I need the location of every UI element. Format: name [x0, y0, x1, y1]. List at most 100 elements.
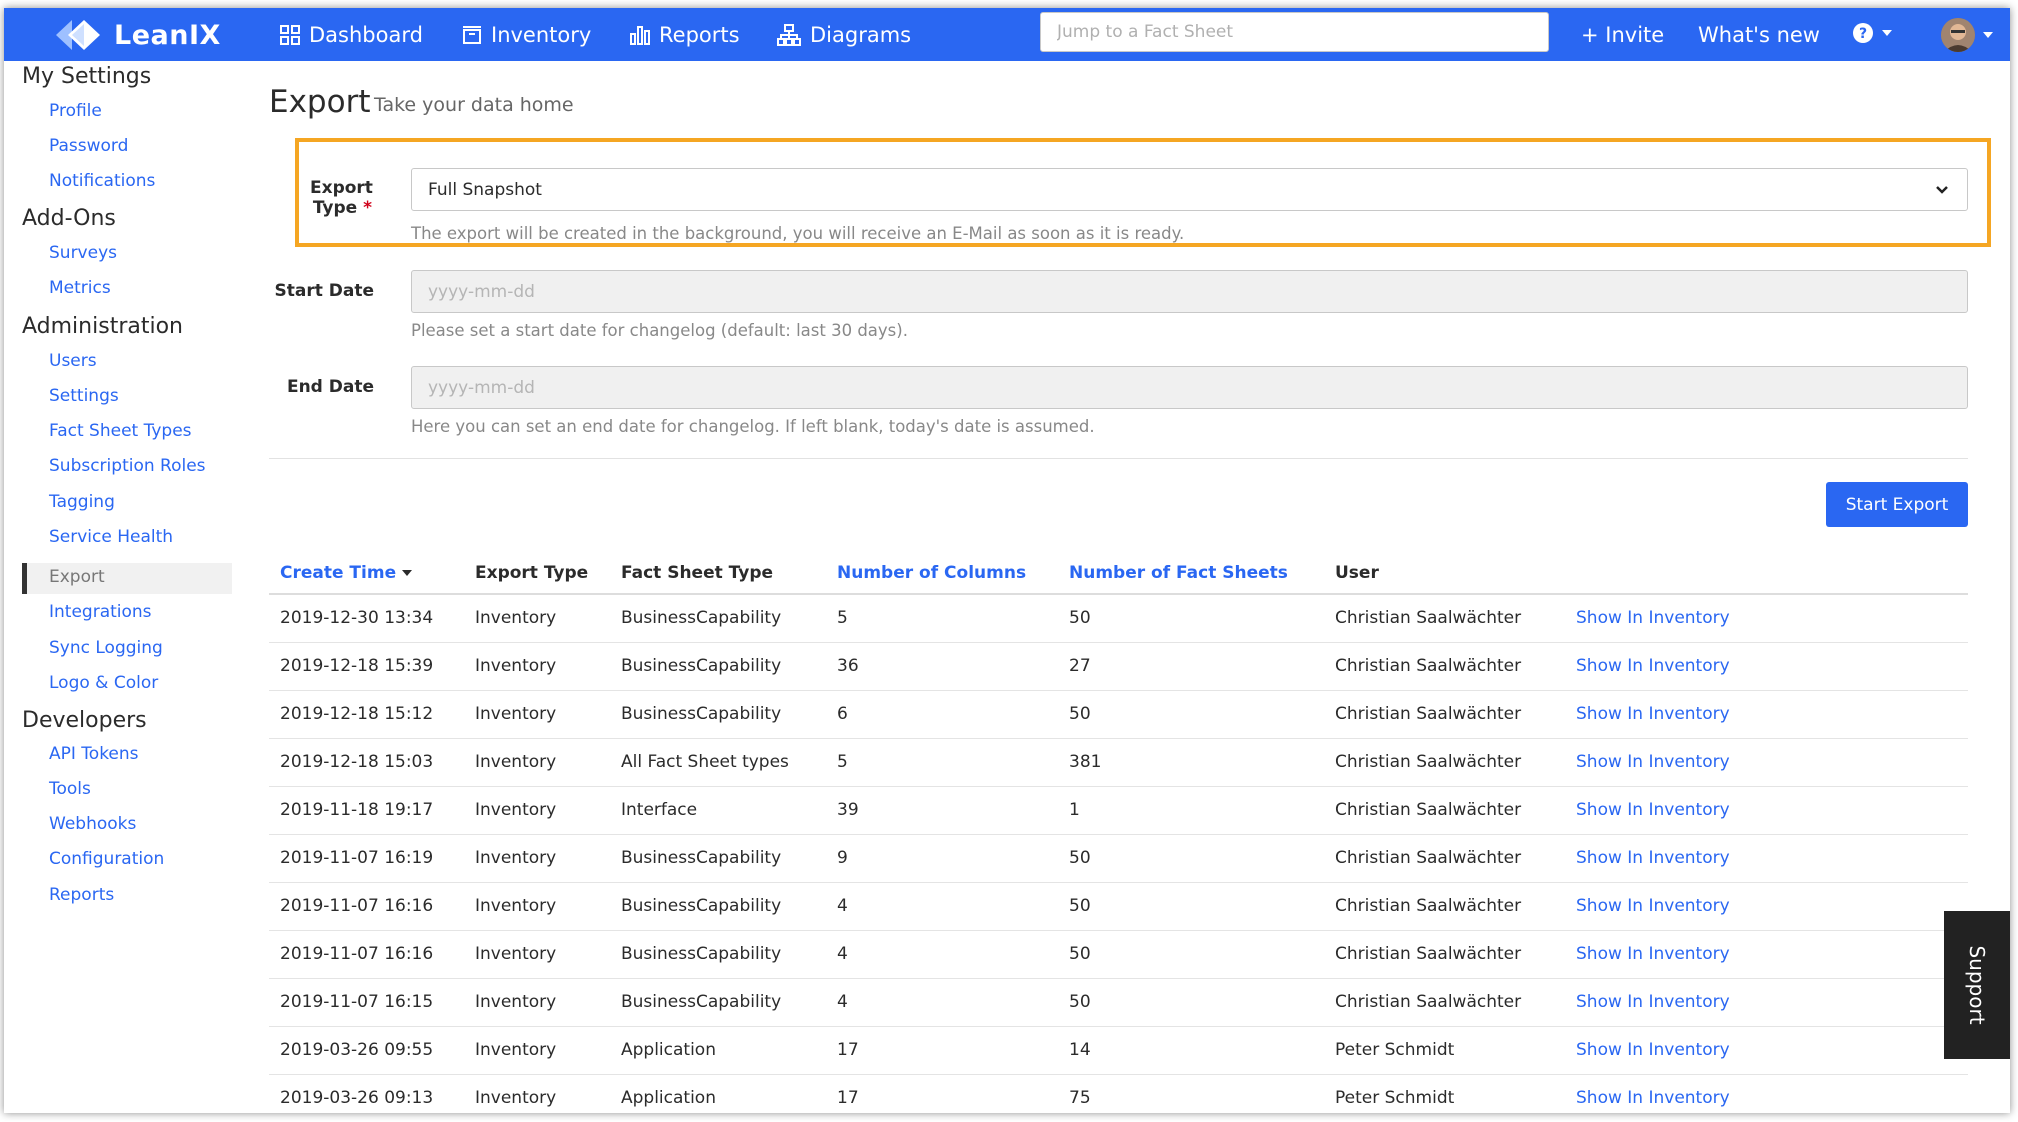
cell-number-of-columns: 17 [837, 1040, 859, 1060]
show-in-inventory-link[interactable]: Show In Inventory [1576, 848, 1730, 868]
cell-number-of-fact-sheets: 14 [1069, 1040, 1091, 1060]
table-row: 2019-12-18 15:12 Inventory BusinessCapabil… [269, 691, 1968, 739]
cell-number-of-fact-sheets: 50 [1069, 848, 1091, 868]
show-in-inventory-link[interactable]: Show In Inventory [1576, 752, 1730, 772]
invite-button[interactable]: + Invite [1581, 8, 1664, 61]
svg-text:?: ? [1859, 26, 1867, 42]
sidebar-item-reports[interactable]: Reports [49, 885, 114, 905]
cell-user: Christian Saalwächter [1335, 656, 1522, 676]
show-in-inventory-link[interactable]: Show In Inventory [1576, 896, 1730, 916]
cell-export-type: Inventory [475, 944, 557, 964]
sidebar-item-metrics[interactable]: Metrics [49, 278, 111, 298]
nav-diagrams[interactable]: Diagrams [777, 8, 911, 61]
nav-reports[interactable]: Reports [630, 8, 740, 61]
whats-new-label: What's new [1698, 22, 1820, 47]
cell-export-type: Inventory [475, 656, 557, 676]
sidebar-item-subscription-roles[interactable]: Subscription Roles [49, 456, 206, 476]
sidebar-item-configuration[interactable]: Configuration [49, 849, 164, 869]
inventory-box-icon [463, 25, 481, 44]
export-type-label-line1: Export [310, 178, 373, 198]
cell-number-of-columns: 5 [837, 608, 848, 628]
cell-number-of-columns: 4 [837, 944, 848, 964]
cell-user: Christian Saalwächter [1335, 992, 1522, 1012]
nav-dashboard[interactable]: Dashboard [280, 8, 423, 61]
cell-user: Christian Saalwächter [1335, 608, 1522, 628]
sidebar-item-api-tokens[interactable]: API Tokens [49, 744, 139, 764]
nav-inventory[interactable]: Inventory [462, 8, 591, 61]
show-in-inventory-link[interactable]: Show In Inventory [1576, 944, 1730, 964]
sidebar-item-settings[interactable]: Settings [49, 386, 119, 406]
column-header-create-time[interactable]: Create Time [280, 563, 413, 583]
sidebar-item-notifications[interactable]: Notifications [49, 171, 155, 191]
export-type-hint: The export will be created in the backgr… [411, 224, 1185, 243]
fact-sheet-search-input[interactable] [1040, 12, 1549, 52]
cell-number-of-columns: 6 [837, 704, 848, 724]
cell-export-type: Inventory [475, 1088, 557, 1108]
export-type-value: Full Snapshot [428, 180, 542, 200]
table-row: 2019-03-26 09:13 Inventory Application 17 75… [269, 1075, 1968, 1113]
sidebar-item-surveys[interactable]: Surveys [49, 243, 117, 263]
sidebar-item-tagging[interactable]: Tagging [49, 492, 115, 512]
cell-number-of-fact-sheets: 50 [1069, 944, 1091, 964]
table-row: 2019-12-18 15:03 Inventory All Fact Sheet … [269, 739, 1968, 787]
sidebar-item-users[interactable]: Users [49, 351, 97, 371]
column-header-export-type: Export Type [475, 563, 589, 583]
support-tab[interactable]: Support [1944, 911, 2010, 1059]
export-type-select[interactable]: Full Snapshot [411, 168, 1968, 211]
sidebar-item-sync-logging[interactable]: Sync Logging [49, 638, 163, 658]
end-date-input[interactable] [411, 366, 1968, 409]
leanix-logo-icon [56, 20, 100, 50]
sidebar-item-service-health[interactable]: Service Health [49, 527, 173, 547]
show-in-inventory-link[interactable]: Show In Inventory [1576, 800, 1730, 820]
cell-fact-sheet-type: All Fact Sheet types [621, 752, 789, 772]
start-date-label: Start Date [274, 281, 374, 301]
required-mark: * [363, 198, 372, 218]
start-export-button[interactable]: Start Export [1826, 482, 1968, 527]
user-menu-button[interactable] [1914, 8, 2010, 61]
app-window: LeanIX Dashboard Inventory Reports Diagr… [4, 8, 2010, 1113]
sidebar-item-tools[interactable]: Tools [49, 779, 91, 799]
show-in-inventory-link[interactable]: Show In Inventory [1576, 1040, 1730, 1060]
cell-create-time: 2019-12-18 15:12 [280, 704, 434, 724]
cell-export-type: Inventory [475, 896, 557, 916]
column-header-number-of-columns[interactable]: Number of Columns [837, 563, 1026, 583]
sidebar-item-integrations[interactable]: Integrations [49, 602, 152, 622]
cell-fact-sheet-type: BusinessCapability [621, 992, 782, 1012]
sidebar-heading-developers: Developers [22, 708, 147, 733]
cell-user: Christian Saalwächter [1335, 848, 1522, 868]
show-in-inventory-link[interactable]: Show In Inventory [1576, 656, 1730, 676]
form-divider [269, 458, 1968, 459]
show-in-inventory-link[interactable]: Show In Inventory [1576, 992, 1730, 1012]
cell-export-type: Inventory [475, 848, 557, 868]
sidebar-item-password[interactable]: Password [49, 136, 128, 156]
user-avatar-icon [1941, 17, 1975, 52]
cell-create-time: 2019-12-18 15:39 [280, 656, 434, 676]
brand-name: LeanIX [114, 19, 221, 51]
cell-export-type: Inventory [475, 992, 557, 1012]
cell-user: Peter Schmidt [1335, 1040, 1455, 1060]
table-row: 2019-12-18 15:39 Inventory BusinessCapabil… [269, 643, 1968, 691]
whats-new-button[interactable]: What's new [1698, 8, 1820, 61]
show-in-inventory-link[interactable]: Show In Inventory [1576, 1088, 1730, 1108]
start-date-input[interactable] [411, 270, 1968, 313]
sidebar-item-webhooks[interactable]: Webhooks [49, 814, 136, 834]
export-type-label-line2: Type * [312, 198, 372, 218]
column-header-number-of-fact-sheets[interactable]: Number of Fact Sheets [1069, 563, 1288, 583]
show-in-inventory-link[interactable]: Show In Inventory [1576, 608, 1730, 628]
cell-number-of-columns: 17 [837, 1088, 859, 1108]
cell-create-time: 2019-11-07 16:15 [280, 992, 434, 1012]
export-type-label: Export Type * [310, 178, 373, 218]
help-question-icon: ? [1853, 23, 1873, 43]
sidebar-item-profile[interactable]: Profile [49, 101, 102, 121]
cell-number-of-columns: 4 [837, 896, 848, 916]
sidebar-heading-administration: Administration [22, 314, 183, 339]
cell-user: Christian Saalwächter [1335, 896, 1522, 916]
sidebar-item-fact-sheet-types[interactable]: Fact Sheet Types [49, 421, 192, 441]
sidebar-heading-add-ons: Add-Ons [22, 206, 116, 231]
brand-logo[interactable]: LeanIX [50, 15, 221, 55]
sidebar-item-logo-color[interactable]: Logo & Color [49, 673, 158, 693]
show-in-inventory-link[interactable]: Show In Inventory [1576, 704, 1730, 724]
cell-create-time: 2019-12-18 15:03 [280, 752, 434, 772]
help-menu-button[interactable]: ? [1852, 22, 1892, 44]
table-row: 2019-11-07 16:16 Inventory BusinessCapabil… [269, 883, 1968, 931]
